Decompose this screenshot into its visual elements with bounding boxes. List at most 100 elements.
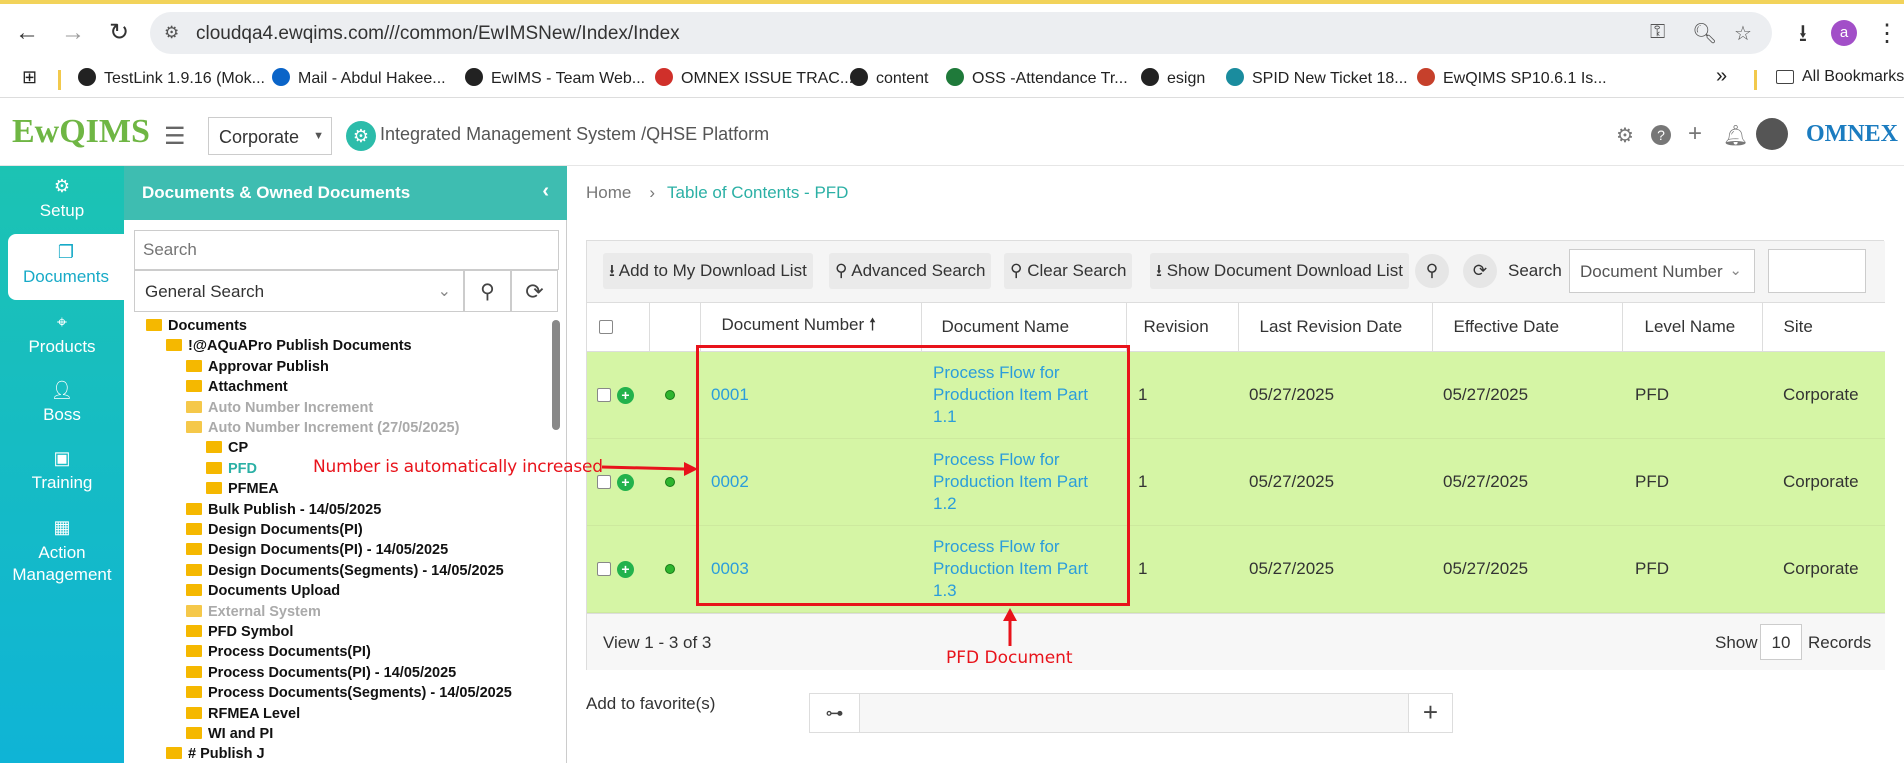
- tree-node[interactable]: Design Documents(PI) - 14/05/2025: [186, 542, 448, 558]
- tree-node[interactable]: RFMEA Level: [186, 706, 300, 722]
- bookmark-item[interactable]: esign: [1141, 68, 1205, 88]
- bookmark-item[interactable]: EwIMS - Team Web...: [465, 68, 645, 88]
- tree-node[interactable]: Auto Number Increment (27/05/2025): [186, 420, 459, 436]
- col-effective-date[interactable]: Effective Date: [1432, 303, 1623, 352]
- search-value-input[interactable]: [1768, 249, 1866, 293]
- document-number-link[interactable]: 0003: [711, 559, 749, 578]
- document-number-link[interactable]: 0002: [711, 472, 749, 491]
- collapse-panel-icon[interactable]: ‹: [542, 180, 549, 203]
- address-bar[interactable]: ⚙ cloudqa4.ewqims.com///common/EwIMSNew/…: [150, 12, 1772, 54]
- nav-boss[interactable]: 👤︎ Boss: [0, 380, 124, 425]
- document-name-line[interactable]: Production Item Part: [933, 559, 1088, 578]
- bookmark-item[interactable]: SPID New Ticket 18...: [1226, 68, 1408, 88]
- bookmark-item[interactable]: Mail - Abdul Hakee...: [272, 68, 446, 88]
- expand-plus-icon[interactable]: +: [617, 560, 634, 578]
- breadcrumb-home[interactable]: Home: [586, 183, 631, 202]
- nav-products[interactable]: ⌖ Products: [0, 312, 124, 357]
- select-all-checkbox[interactable]: [599, 320, 613, 335]
- add-icon[interactable]: +: [1688, 120, 1702, 148]
- key-icon[interactable]: ⚿: [1650, 21, 1665, 44]
- tree-node[interactable]: Auto Number Increment: [186, 400, 373, 416]
- zoom-icon[interactable]: 🔍︎: [1692, 21, 1717, 46]
- forward-icon[interactable]: →: [58, 18, 88, 48]
- col-site[interactable]: Site: [1762, 303, 1885, 352]
- search-field-select[interactable]: Document Number ⌄: [1569, 249, 1755, 293]
- all-bookmarks[interactable]: All Bookmarks: [1776, 68, 1904, 86]
- row-checkbox[interactable]: [597, 562, 611, 577]
- row-checkbox[interactable]: [597, 388, 611, 403]
- tree-node[interactable]: Bulk Publish - 14/05/2025: [186, 502, 381, 518]
- platform-gear-icon[interactable]: ⚙: [346, 121, 376, 151]
- tree-node[interactable]: PFD Symbol: [186, 624, 293, 640]
- nav-training[interactable]: ▣ Training: [0, 448, 124, 493]
- advanced-search-button[interactable]: ⚲ Advanced Search: [829, 253, 992, 289]
- bookmarks-overflow-icon[interactable]: »: [1716, 65, 1727, 88]
- col-revision[interactable]: Revision: [1126, 303, 1239, 352]
- tree-search-input[interactable]: [134, 230, 559, 270]
- table-row[interactable]: +0002 Process Flow for Production Item Par…: [587, 438, 1885, 526]
- document-name-line[interactable]: 1.2: [933, 494, 957, 513]
- bookmark-item[interactable]: TestLink 1.9.16 (Mok...: [78, 68, 265, 88]
- back-icon[interactable]: ←: [12, 18, 42, 48]
- tree-node[interactable]: Attachment: [186, 379, 288, 395]
- add-to-download-list-button[interactable]: ⭳ Add to My Download List: [603, 253, 813, 289]
- reload-icon[interactable]: ↻: [104, 18, 134, 48]
- tree-node[interactable]: Design Documents(Segments) - 14/05/2025: [186, 563, 504, 579]
- tree-node[interactable]: !@AQuAPro Publish Documents: [166, 338, 412, 354]
- tree-node[interactable]: Documents: [146, 318, 247, 334]
- tree-node[interactable]: PFD: [206, 461, 257, 477]
- bookmark-item[interactable]: OMNEX ISSUE TRAC...: [655, 68, 853, 88]
- tree-node[interactable]: External System: [186, 604, 321, 620]
- document-name-line[interactable]: Process Flow for: [933, 537, 1060, 556]
- tree-node[interactable]: Approvar Publish: [186, 359, 329, 375]
- nav-documents[interactable]: ❐ Documents: [8, 234, 124, 300]
- nav-setup[interactable]: ⚙ Setup: [0, 176, 124, 221]
- tree-node[interactable]: Documents Upload: [186, 583, 340, 599]
- tree-node[interactable]: Process Documents(PI): [186, 644, 371, 660]
- tree-node[interactable]: CP: [206, 440, 248, 456]
- tree-node[interactable]: Process Documents(Segments) - 14/05/2025: [186, 685, 512, 701]
- site-settings-icon[interactable]: ⚙: [164, 23, 179, 43]
- profile-avatar[interactable]: a: [1831, 20, 1857, 46]
- table-row[interactable]: +0001 Process Flow for Production Item Par…: [587, 351, 1885, 439]
- tree-node[interactable]: # Publish J: [166, 746, 265, 762]
- col-document-name[interactable]: Document Name: [921, 303, 1127, 352]
- download-icon[interactable]: ⭳: [1788, 19, 1818, 49]
- document-name-line[interactable]: Process Flow for: [933, 450, 1060, 469]
- page-size-input[interactable]: 10: [1760, 624, 1802, 660]
- tree-node[interactable]: Design Documents(PI): [186, 522, 363, 538]
- apps-grid-icon[interactable]: ⊞: [22, 67, 37, 88]
- search-mode-select[interactable]: General Search ⌄: [134, 270, 464, 312]
- tree-node[interactable]: PFMEA: [206, 481, 279, 497]
- col-last-revision-date[interactable]: Last Revision Date: [1238, 303, 1433, 352]
- document-number-link[interactable]: 0001: [711, 385, 749, 404]
- document-name-line[interactable]: Production Item Part: [933, 385, 1088, 404]
- col-document-number[interactable]: Document Number 🠕: [700, 303, 922, 352]
- bookmark-item[interactable]: OSS -Attendance Tr...: [946, 68, 1128, 88]
- bookmark-item[interactable]: content: [850, 68, 928, 88]
- tree-node[interactable]: Process Documents(PI) - 14/05/2025: [186, 665, 456, 681]
- grid-search-button[interactable]: ⚲: [1415, 254, 1449, 288]
- company-select[interactable]: Corporate ▼: [208, 117, 332, 155]
- ewqims-logo[interactable]: EwQIMS: [12, 113, 150, 151]
- expand-plus-icon[interactable]: +: [617, 386, 634, 404]
- hierarchy-icon[interactable]: ⊶: [810, 694, 860, 732]
- user-avatar[interactable]: [1756, 118, 1788, 150]
- show-download-list-button[interactable]: ⭳ Show Document Download List: [1150, 253, 1409, 289]
- bell-icon[interactable]: 🔔︎: [1723, 123, 1748, 148]
- bookmark-item[interactable]: EwQIMS SP10.6.1 Is...: [1417, 68, 1607, 88]
- settings-icon[interactable]: ⚙: [1616, 123, 1634, 148]
- document-name-line[interactable]: Production Item Part: [933, 472, 1088, 491]
- tree-refresh-button[interactable]: ⟳: [511, 270, 558, 312]
- table-row[interactable]: +0003 Process Flow for Production Item Par…: [587, 525, 1885, 613]
- tree-scrollbar[interactable]: [552, 320, 560, 430]
- hamburger-menu-icon[interactable]: ☰: [164, 122, 186, 151]
- favorites-field[interactable]: ⊶ +: [809, 693, 1453, 733]
- grid-refresh-button[interactable]: ⟳: [1463, 254, 1497, 288]
- bookmark-star-icon[interactable]: ☆: [1734, 21, 1752, 46]
- col-level-name[interactable]: Level Name: [1622, 303, 1763, 352]
- nav-action-management[interactable]: ▦ Action Management: [0, 516, 124, 586]
- url-text[interactable]: cloudqa4.ewqims.com///common/EwIMSNew/In…: [196, 23, 680, 45]
- document-name-line[interactable]: 1.1: [933, 407, 957, 426]
- tree-search-button[interactable]: ⚲: [464, 270, 511, 312]
